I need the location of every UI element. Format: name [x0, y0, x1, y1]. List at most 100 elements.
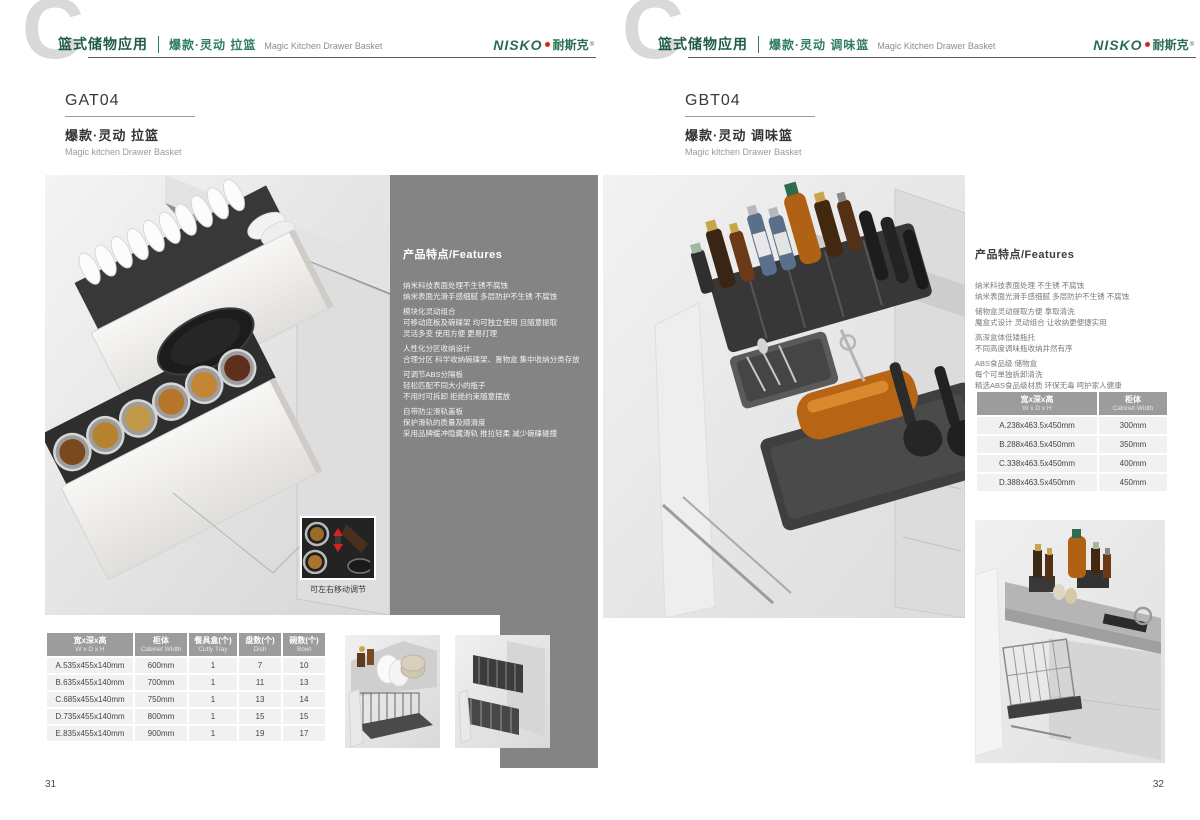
adjustable-jar-illustration — [302, 518, 370, 574]
feature-line: 储物盒灵动提取方便 拿取清洗 — [975, 306, 1170, 317]
logo-text-en: NISKO — [1093, 37, 1142, 53]
table-cell: 19 — [239, 726, 281, 741]
feature-line: 可调节ABS分隔板 — [403, 369, 588, 380]
feature-group: 高深盒体低矮瓶托不同高度调味瓶收纳井然有序 — [975, 332, 1170, 354]
features-block: 产品特点/Features 纳米科技表面处理 不生锈 不腐蚀纳米表面光滑手感细腻… — [975, 246, 1170, 395]
table-cell: 1 — [189, 658, 237, 673]
callout-inset-photo — [300, 516, 376, 580]
table-cell: 800mm — [135, 709, 187, 724]
page-number: 31 — [45, 779, 56, 790]
feature-group: 人性化分区收纳设计合理分区 科学收纳碗碟架、置物盒 集中收纳分类存放 — [403, 343, 588, 365]
header-rule — [88, 57, 596, 58]
product-model: GAT04 — [65, 92, 195, 110]
countertop-basket-illustration — [975, 520, 1165, 763]
product-title-block: GBT04 爆款·灵动 调味篮 Magic kitchen Drawer Bas… — [685, 92, 815, 157]
feature-line: 不同高度调味瓶收纳井然有序 — [975, 343, 1170, 354]
logo-red-dot-icon — [545, 42, 550, 47]
feature-line: 纳米科技表面处理 不生锈 不腐蚀 — [975, 280, 1170, 291]
registered-mark: ® — [1190, 42, 1194, 48]
feature-line: 可移动底板及碗碟架 均可独立使用 且随意提取 — [403, 317, 588, 328]
spec-table: 宽x深x高W x D x H柜体Cabinet Width A.238x463.5… — [975, 390, 1169, 493]
table-header-cell: 餐具盒(个)Cutly Tray — [189, 633, 237, 656]
table-header-row: 宽x深x高W x D x H柜体Cabinet Width餐具盒(个)Cutly… — [47, 633, 325, 656]
feature-line: 模块化灵动组合 — [403, 306, 588, 317]
features-list: 纳米科技表面处理不生锈不腐蚀纳米表面光滑手感细腻 多层防护不生锈 不腐蚀模块化灵… — [403, 280, 588, 439]
feature-group: ABS食品级 储物盒每个可单独拆卸清洗精选ABS食品级材质 环保无毒 呵护家人健… — [975, 358, 1170, 391]
table-cell: E.835x455x140mm — [47, 726, 133, 741]
feature-line: 灵活多变 使用方便 更易打理 — [403, 328, 588, 339]
table-header-cell: 柜体Cabinet Width — [135, 633, 187, 656]
table-cell: 1 — [189, 709, 237, 724]
features-list: 纳米科技表面处理 不生锈 不腐蚀纳米表面光滑手感细腻 多层防护不生锈 不腐蚀储物… — [975, 280, 1170, 391]
table-cell: 15 — [283, 709, 325, 724]
header-title-cn: 爆款·灵动 调味篮 — [758, 36, 869, 53]
catalog-page-right: C 篮式储物应用 爆款·灵动 调味篮 Magic Kitchen Drawer … — [600, 0, 1200, 820]
product-name-cn: 爆款·灵动 调味篮 — [685, 125, 815, 144]
product-rule — [685, 116, 815, 117]
table-cell: 900mm — [135, 726, 187, 741]
features-heading: 产品特点/Features — [975, 246, 1170, 262]
feature-line: 自带防尘滑轨盖板 — [403, 406, 588, 417]
table-header-cell: 盘数(个)Dish — [239, 633, 281, 656]
feature-line: ABS食品级 储物盒 — [975, 358, 1170, 369]
table-row: B.288x463.5x450mm350mm — [977, 436, 1167, 453]
page-header: 篮式储物应用 爆款·灵动 调味篮 Magic Kitchen Drawer Ba… — [658, 34, 995, 54]
product-name-en: Magic kitchen Drawer Basket — [685, 147, 815, 157]
product-name-en: Magic kitchen Drawer Basket — [65, 147, 195, 157]
table-cell: 13 — [283, 675, 325, 690]
table-header-cell: 宽x深x高W x D x H — [47, 633, 133, 656]
main-product-photo-seasoning-basket — [603, 175, 965, 618]
logo-text-en: NISKO — [493, 37, 542, 53]
feature-group: 储物盒灵动提取方便 拿取清洗魔盒式设计 灵动组合 让收纳更便捷实用 — [975, 306, 1170, 328]
table-row: C.685x455x140mm750mm11314 — [47, 692, 325, 707]
table-cell: 11 — [239, 675, 281, 690]
feature-line: 高深盒体低矮瓶托 — [975, 332, 1170, 343]
header-title-en: Magic Kitchen Drawer Basket — [264, 41, 382, 51]
feature-line: 人性化分区收纳设计 — [403, 343, 588, 354]
feature-group: 可调节ABS分隔板轻松匹配不同大小的瓶子不用时可拆卸 拒绝约束随意摆放 — [403, 369, 588, 402]
table-header-row: 宽x深x高W x D x H柜体Cabinet Width — [977, 392, 1167, 415]
product-rule — [65, 116, 195, 117]
feature-line: 纳米科技表面处理不生锈不腐蚀 — [403, 280, 588, 291]
feature-line: 每个可单独拆卸清洗 — [975, 369, 1170, 380]
table-cell: 350mm — [1099, 436, 1167, 453]
table-row: D.388x463.5x450mm450mm — [977, 474, 1167, 491]
table-row: A.238x463.5x450mm300mm — [977, 417, 1167, 434]
logo-red-dot-icon — [1145, 42, 1150, 47]
detail-photo-countertop-basket — [975, 520, 1165, 763]
catalog-page-left: C 篮式储物应用 爆款·灵动 拉篮 Magic Kitchen Drawer B… — [0, 0, 600, 820]
table-row: C.338x463.5x450mm400mm — [977, 455, 1167, 472]
feature-line: 保护滑轨的质量及顺滑度 — [403, 417, 588, 428]
table-cell: C.338x463.5x450mm — [977, 455, 1097, 472]
page-header: 篮式储物应用 爆款·灵动 拉篮 Magic Kitchen Drawer Bas… — [58, 34, 382, 54]
thumbnail-photo-basket-loaded — [345, 635, 440, 748]
feature-line: 轻松匹配不同大小的瓶子 — [403, 380, 588, 391]
table-cell: 1 — [189, 692, 237, 707]
table-cell: D.735x455x140mm — [47, 709, 133, 724]
table-row: B.635x455x140mm700mm11113 — [47, 675, 325, 690]
table-cell: 450mm — [1099, 474, 1167, 491]
table-cell: 600mm — [135, 658, 187, 673]
table-header-cell: 宽x深x高W x D x H — [977, 392, 1097, 415]
product-model: GBT04 — [685, 92, 815, 110]
feature-group: 纳米科技表面处理 不生锈 不腐蚀纳米表面光滑手感细腻 多层防护不生锈 不腐蚀 — [975, 280, 1170, 302]
nisko-logo: NISKO 耐斯克 ® — [493, 36, 594, 53]
table-header-cell: 碗数(个)Bowl — [283, 633, 325, 656]
table-row: A.535x455x140mm600mm1710 — [47, 658, 325, 673]
table-cell: A.535x455x140mm — [47, 658, 133, 673]
registered-mark: ® — [590, 42, 594, 48]
feature-line: 魔盒式设计 灵动组合 让收纳更便捷实用 — [975, 317, 1170, 328]
feature-line: 纳米表面光滑手感细腻 多层防护不生锈 不腐蚀 — [403, 291, 588, 302]
table-cell: A.238x463.5x450mm — [977, 417, 1097, 434]
logo-text-cn: 耐斯克 — [553, 36, 589, 53]
feature-line: 采用品牌缓冲隐藏滑轨 推拉轻柔 减少碗碟碰撞 — [403, 428, 588, 439]
table-row: D.735x455x140mm800mm11515 — [47, 709, 325, 724]
header-rule — [688, 57, 1196, 58]
table-cell: 300mm — [1099, 417, 1167, 434]
thumbnail-illustration-2 — [455, 635, 550, 748]
table-cell: 700mm — [135, 675, 187, 690]
table-cell: 13 — [239, 692, 281, 707]
thumbnail-illustration-1 — [345, 635, 440, 748]
header-category: 篮式储物应用 — [58, 34, 148, 54]
table-cell: D.388x463.5x450mm — [977, 474, 1097, 491]
